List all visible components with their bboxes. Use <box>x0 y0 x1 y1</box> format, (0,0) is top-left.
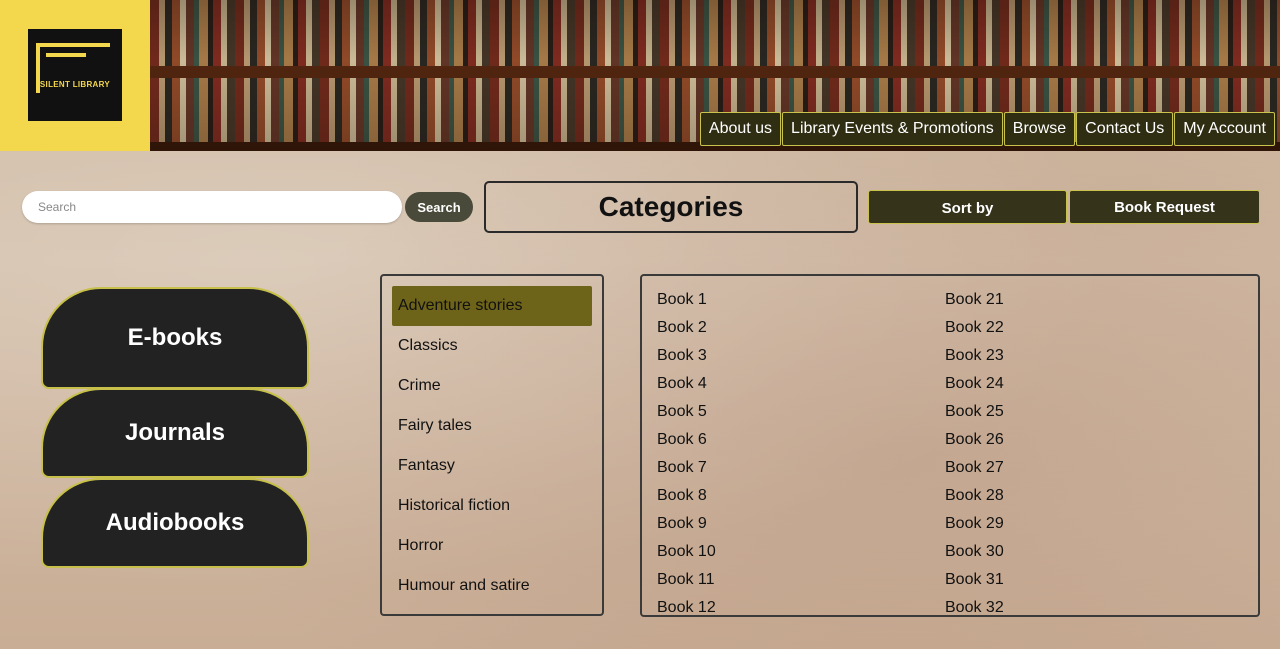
nav-browse[interactable]: Browse <box>1003 112 1076 146</box>
book-item[interactable]: Book 2 <box>657 318 707 338</box>
book-item[interactable]: Book 1 <box>657 290 707 310</box>
format-journals-button[interactable]: Journals <box>41 388 309 478</box>
nav-contact-us[interactable]: Contact Us <box>1076 112 1174 146</box>
book-item[interactable]: Book 6 <box>657 430 707 450</box>
book-item[interactable]: Book 5 <box>657 402 707 422</box>
categories-title: Categories <box>484 181 858 233</box>
format-audiobooks-button[interactable]: Audiobooks <box>41 478 309 568</box>
category-item-humour-and-satire[interactable]: Humour and satire <box>392 566 592 606</box>
category-item-historical-fiction[interactable]: Historical fiction <box>392 486 592 526</box>
book-item[interactable]: Book 10 <box>657 542 716 562</box>
book-item[interactable]: Book 27 <box>945 458 1004 478</box>
book-item[interactable]: Book 32 <box>945 598 1004 615</box>
book-item[interactable]: Book 30 <box>945 542 1004 562</box>
category-list: Adventure stories Classics Crime Fairy t… <box>380 274 604 616</box>
search-input[interactable] <box>22 191 402 223</box>
book-item[interactable]: Book 8 <box>657 486 707 506</box>
book-list: Book 1 Book 2 Book 3 Book 4 Book 5 Book … <box>640 274 1260 617</box>
category-item-adventure-stories[interactable]: Adventure stories <box>392 286 592 326</box>
category-item-crime[interactable]: Crime <box>392 366 592 406</box>
category-item-fairy-tales[interactable]: Fairy tales <box>392 406 592 446</box>
category-item-classics[interactable]: Classics <box>392 326 592 366</box>
book-item[interactable]: Book 21 <box>945 290 1004 310</box>
logo-text: SILENT LIBRARY <box>39 80 111 89</box>
book-item[interactable]: Book 24 <box>945 374 1004 394</box>
book-item[interactable]: Book 4 <box>657 374 707 394</box>
main-nav: About us Library Events & Promotions Bro… <box>699 112 1275 146</box>
book-item[interactable]: Book 25 <box>945 402 1004 422</box>
book-item[interactable]: Book 28 <box>945 486 1004 506</box>
book-item[interactable]: Book 31 <box>945 570 1004 590</box>
header: SILENT LIBRARY About us Library Events &… <box>0 0 1280 151</box>
book-item[interactable]: Book 23 <box>945 346 1004 366</box>
book-item[interactable]: Book 11 <box>657 570 715 590</box>
nav-events-promotions[interactable]: Library Events & Promotions <box>782 112 1003 146</box>
book-request-button[interactable]: Book Request <box>1069 190 1260 224</box>
nav-about-us[interactable]: About us <box>699 112 782 146</box>
search-button[interactable]: Search <box>405 192 473 222</box>
nav-my-account[interactable]: My Account <box>1174 112 1275 146</box>
book-item[interactable]: Book 9 <box>657 514 707 534</box>
category-item-horror[interactable]: Horror <box>392 526 592 566</box>
book-item[interactable]: Book 12 <box>657 598 716 615</box>
book-item[interactable]: Book 29 <box>945 514 1004 534</box>
logo[interactable]: SILENT LIBRARY <box>0 0 150 151</box>
category-item-fantasy[interactable]: Fantasy <box>392 446 592 486</box>
format-ebooks-button[interactable]: E-books <box>41 287 309 389</box>
book-item[interactable]: Book 26 <box>945 430 1004 450</box>
book-item[interactable]: Book 7 <box>657 458 707 478</box>
book-item[interactable]: Book 22 <box>945 318 1004 338</box>
book-item[interactable]: Book 3 <box>657 346 707 366</box>
logo-icon: SILENT LIBRARY <box>28 29 122 121</box>
sort-by-button[interactable]: Sort by <box>868 190 1067 224</box>
